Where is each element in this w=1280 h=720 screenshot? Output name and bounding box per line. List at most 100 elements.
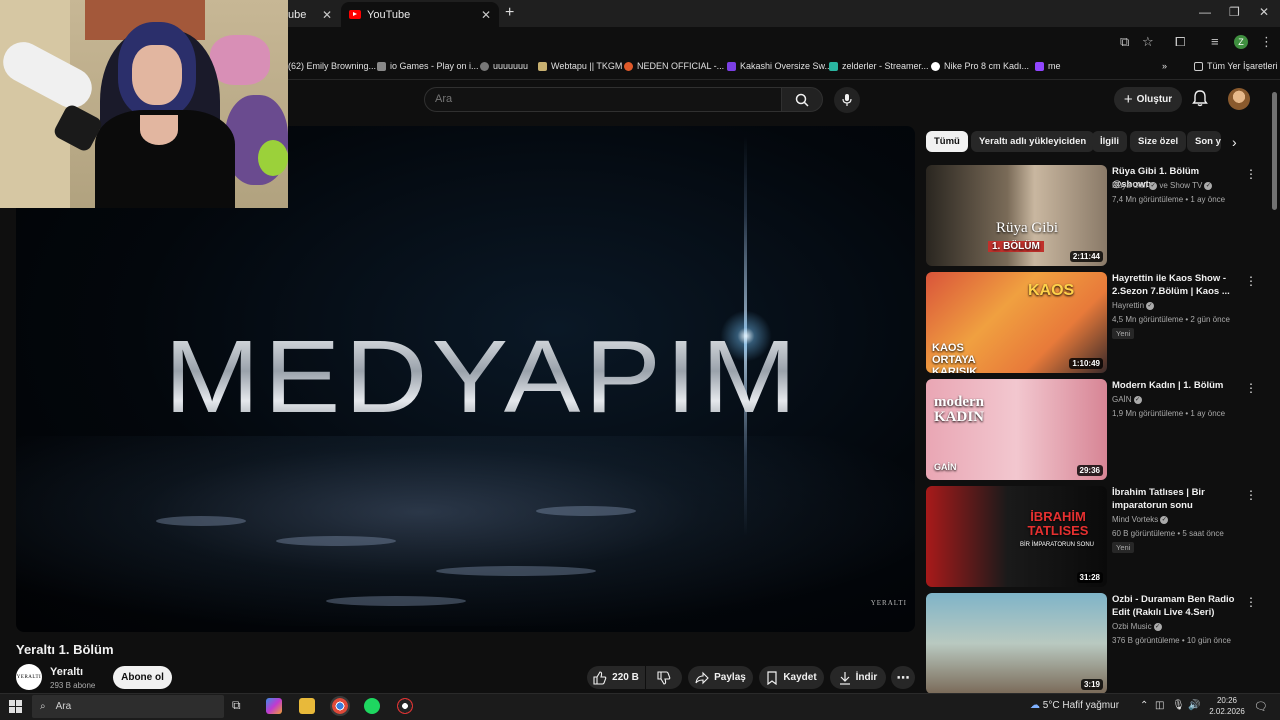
search-input[interactable]	[435, 93, 735, 105]
bookmark-item[interactable]: me	[1035, 61, 1061, 71]
recommendation-channel[interactable]: Ozbi Music ✓	[1112, 622, 1162, 631]
network-icon[interactable]: ◫	[1155, 700, 1164, 711]
like-button[interactable]: 220 B	[587, 666, 645, 689]
bookmark-item[interactable]: zelderler - Streamer...	[829, 61, 929, 71]
clock-time[interactable]: 20:26	[1212, 696, 1242, 705]
recommendation-item[interactable]: KAOS KAOS ORTAYA KARIŞIK 1:10:49 Hayretti…	[926, 272, 1271, 373]
download-button[interactable]: İndir	[830, 666, 886, 689]
kebab-menu-icon[interactable]: ⋮	[1245, 595, 1257, 609]
extensions-icon[interactable]: ⧠	[1175, 34, 1185, 50]
share-button[interactable]: Paylaş	[688, 666, 753, 689]
browser-tab-youtube[interactable]: YouTube ✕	[341, 2, 499, 27]
youtube-favicon-icon	[349, 10, 361, 19]
minimize-button[interactable]: —	[1199, 5, 1211, 19]
task-view-icon[interactable]: ⧉	[232, 698, 248, 714]
bookmark-item[interactable]: Kakashi Oversize Sw...	[727, 61, 832, 71]
page-scrollbar[interactable]	[1272, 92, 1277, 210]
video-thumbnail[interactable]: KAOS KAOS ORTAYA KARIŞIK 1:10:49	[926, 272, 1107, 373]
chevron-right-icon[interactable]: ›	[1232, 134, 1237, 150]
copilot-icon[interactable]	[266, 698, 282, 714]
close-tab-icon[interactable]: ✕	[481, 8, 491, 22]
clock-date[interactable]: 2.02.2026	[1204, 707, 1250, 716]
windows-start-icon[interactable]	[9, 700, 22, 718]
recommendation-channel[interactable]: Mind Vorteks ✓	[1112, 515, 1169, 524]
search-box[interactable]	[424, 87, 782, 112]
subscriber-count: 293 B abone	[50, 681, 96, 690]
more-actions-button[interactable]: ⋯	[891, 666, 915, 689]
video-thumbnail[interactable]: 3:19	[926, 593, 1107, 694]
kebab-menu-icon[interactable]: ⋮	[1245, 381, 1257, 395]
bookmark-item[interactable]: Webtapu || TKGM	[538, 61, 622, 71]
voice-search-button[interactable]	[834, 87, 860, 113]
bookmark-item[interactable]: (62) Emily Browning...	[288, 61, 376, 71]
close-window-button[interactable]: ✕	[1259, 5, 1269, 19]
tab-search-icon[interactable]: ≡	[1211, 34, 1219, 49]
recommendation-item[interactable]: Rüya Gibi 1. BÖLÜM 2:11:44 Rüya Gibi 1. …	[926, 165, 1271, 266]
recommendation-meta: 1,9 Mn görüntüleme • 1 ay önce	[1112, 409, 1226, 418]
reflection-ripple	[436, 566, 596, 576]
filter-chip-all[interactable]: Tümü	[926, 131, 968, 152]
recommendation-title[interactable]: Ozbi - Duramam Ben Radio Edit (Rakılı Li…	[1112, 593, 1238, 619]
tab-label: ube	[288, 8, 307, 21]
weather-widget[interactable]: ☁ 5°C Hafif yağmur	[1030, 700, 1119, 711]
install-app-icon[interactable]: ⧉	[1120, 34, 1129, 50]
create-button[interactable]: + Oluştur	[1114, 87, 1182, 112]
notifications-button[interactable]	[1192, 89, 1208, 112]
reflection-ripple	[326, 596, 466, 606]
volume-icon[interactable]: 🔊	[1188, 700, 1200, 711]
bookmark-favicon-icon	[377, 61, 386, 71]
close-tab-icon[interactable]: ✕	[322, 8, 332, 22]
channel-name[interactable]: Yeraltı	[50, 666, 83, 678]
thumbs-up-icon	[593, 670, 607, 685]
filter-chip-recent[interactable]: Son y	[1187, 131, 1221, 152]
spotify-icon[interactable]	[364, 698, 380, 714]
bookmark-star-icon[interactable]: ☆	[1142, 34, 1154, 50]
recommendation-title[interactable]: İbrahim Tatlıses | Bir imparatorun sonu	[1112, 486, 1238, 512]
browser-tab-previous[interactable]: ube ✕	[288, 2, 340, 27]
kebab-menu-icon[interactable]: ⋮	[1245, 274, 1257, 288]
recommendation-item[interactable]: modern KADIN GAİN 29:36 Modern Kadın | 1…	[926, 379, 1271, 480]
obs-icon[interactable]	[397, 698, 413, 714]
channel-avatar[interactable]: YERALTI	[16, 664, 42, 690]
kebab-menu-icon[interactable]: ⋮	[1245, 167, 1257, 181]
filter-chip-uploader[interactable]: Yeraltı adlı yükleyiciden	[971, 131, 1095, 152]
filter-chip-for-you[interactable]: Size özel	[1130, 131, 1187, 152]
bookmark-item[interactable]: Nike Pro 8 cm Kadı...	[931, 61, 1029, 71]
recommendation-title[interactable]: Modern Kadın | 1. Bölüm	[1112, 379, 1238, 392]
taskbar-search[interactable]: ⌕ Ara	[32, 695, 224, 718]
tray-chevron-up-icon[interactable]: ⌃	[1140, 700, 1148, 711]
browser-profile-avatar[interactable]: Z	[1234, 35, 1248, 49]
video-thumbnail[interactable]: modern KADIN GAİN 29:36	[926, 379, 1107, 480]
bookmark-item[interactable]: uuuuuuu	[480, 61, 528, 71]
video-thumbnail[interactable]: Rüya Gibi 1. BÖLÜM 2:11:44	[926, 165, 1107, 266]
bookmark-item[interactable]: io Games - Play on i...	[377, 61, 479, 71]
recommendation-item[interactable]: 3:19 Ozbi - Duramam Ben Radio Edit (Rakı…	[926, 593, 1271, 694]
recommendation-item[interactable]: İBRAHİM TATLISES BİR İMPARATORUN SONU 31…	[926, 486, 1271, 587]
dislike-button[interactable]	[646, 666, 682, 689]
file-explorer-icon[interactable]	[299, 698, 315, 714]
microphone-tray-icon[interactable]: 🎙	[1172, 700, 1185, 711]
reflection-ripple	[536, 506, 636, 516]
chrome-icon[interactable]	[330, 696, 350, 716]
recommendation-channel[interactable]: Rüya Gibi ✓ ve Show TV ✓	[1112, 181, 1213, 190]
notification-center-icon[interactable]: 🗨	[1254, 700, 1268, 713]
webcam-plush-pink	[210, 35, 270, 85]
all-bookmarks-folder[interactable]: Tüm Yer İşaretleri	[1194, 61, 1278, 71]
browser-menu-icon[interactable]: ⋮	[1260, 34, 1273, 50]
thumbnail-kaos-logo: KAOS	[1028, 282, 1075, 299]
bookmark-item[interactable]: NEDEN OFFICIAL -...	[624, 61, 724, 71]
subscribe-button[interactable]: Abone ol	[113, 666, 172, 689]
kebab-menu-icon[interactable]: ⋮	[1245, 488, 1257, 502]
search-button[interactable]	[781, 87, 823, 112]
new-tab-button[interactable]: +	[505, 4, 514, 22]
video-thumbnail[interactable]: İBRAHİM TATLISES BİR İMPARATORUN SONU 31…	[926, 486, 1107, 587]
save-button[interactable]: Kaydet	[759, 666, 824, 689]
recommendation-channel[interactable]: GAİN ✓	[1112, 395, 1142, 404]
recommendation-channel[interactable]: Hayrettin ✓	[1112, 301, 1155, 310]
user-avatar[interactable]	[1228, 88, 1250, 110]
share-icon	[695, 671, 709, 684]
recommendation-title[interactable]: Hayrettin ile Kaos Show - 2.Sezon 7.Bölü…	[1112, 272, 1238, 298]
bookmarks-overflow-icon[interactable]: »	[1162, 61, 1167, 71]
filter-chip-related[interactable]: İlgili	[1092, 131, 1127, 152]
restore-button[interactable]: ❐	[1229, 5, 1240, 19]
